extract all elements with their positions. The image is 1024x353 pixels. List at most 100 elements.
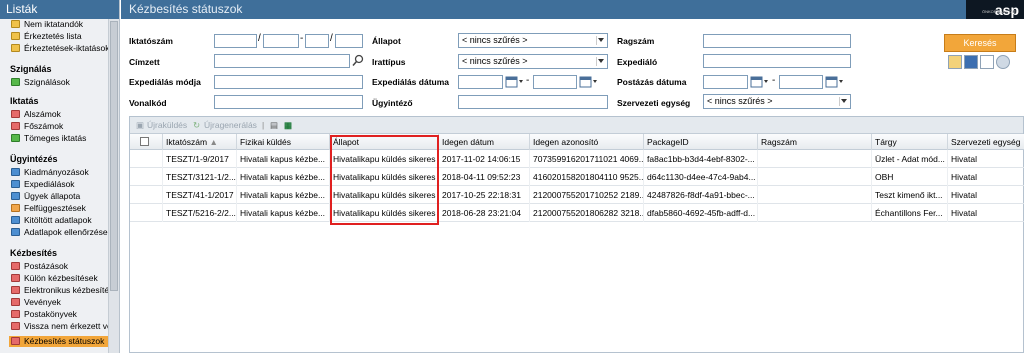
print-icon[interactable]: ▤ [270, 120, 278, 131]
cell-targy: Teszt kimenő ikt... [872, 186, 948, 204]
folder-open-icon[interactable] [948, 55, 962, 69]
sidebar-item-kulon-kezbesitesek[interactable]: Külön kézbesítések [11, 273, 98, 284]
sidebar-item-expedialasok[interactable]: Expediálások [11, 179, 75, 190]
document-icon [11, 110, 20, 118]
table-row[interactable]: TESZT/3121-1/2... Hivatali kapus kézbe..… [130, 168, 1024, 186]
sidebar-item-label: Kiadmányozások [24, 167, 89, 177]
cell-ragszam [758, 186, 872, 204]
scrollbar-thumb[interactable] [110, 21, 118, 291]
cell-iktatoszam: TESZT/41-1/2017 [163, 186, 237, 204]
cell-fizikai-kuldes: Hivatali kapus kézbe... [237, 204, 330, 222]
cell-targy: Üzlet - Adat mód... [872, 150, 948, 168]
sidebar-item-vevenyek[interactable]: Vevények [11, 297, 61, 308]
slash-sep: / [258, 33, 261, 44]
iktatoszam-number-input[interactable] [263, 34, 299, 48]
row-select-cell[interactable] [130, 204, 163, 222]
folder-icon [11, 20, 20, 28]
vonalkod-input[interactable] [214, 95, 363, 109]
table-row[interactable]: TESZT/5216-2/2... Hivatali kapus kézbe..… [130, 204, 1024, 222]
iktatoszam-sub-input[interactable] [305, 34, 329, 48]
ragszam-input[interactable] [703, 34, 851, 48]
sidebar-item-label: Adatlapok ellenőrzése [24, 227, 108, 237]
column-header-idegen-azonosito[interactable]: Idegen azonosító [530, 134, 644, 150]
sidebar-item-vissza-nem-erkezett[interactable]: Vissza nem érkezett ve [11, 321, 112, 332]
row-select-cell[interactable] [130, 168, 163, 186]
resend-button[interactable]: Újraküldés [147, 120, 187, 130]
sidebar-item-postazasok[interactable]: Postázások [11, 261, 68, 272]
cell-fizikai-kuldes: Hivatali kapus kézbe... [237, 186, 330, 204]
sidebar-item-szignalasok[interactable]: Szignálások [11, 77, 70, 88]
section-ugyintezes[interactable]: Ügyintézés [10, 154, 58, 164]
sidebar-item-kiadmanyozasok[interactable]: Kiadmányozások [11, 167, 89, 178]
sidebar-item-postakonyvek[interactable]: Postakönyvek [11, 309, 77, 320]
new-document-icon[interactable] [980, 55, 994, 69]
mail-icon [11, 337, 20, 345]
search-button[interactable]: Keresés [944, 34, 1016, 52]
iktatoszam-prefix-input[interactable] [214, 34, 257, 48]
expedialas-datum-from-input[interactable] [458, 75, 503, 89]
sidebar-item-label: Postázások [24, 261, 68, 271]
sort-up-icon: ▲ [209, 137, 218, 147]
sidebar-item-felfuggesztesek[interactable]: Felfüggesztések [11, 203, 86, 214]
row-select-cell[interactable] [130, 186, 163, 204]
irattipus-select[interactable]: < nincs szűrés > [458, 54, 608, 69]
section-kezbesites[interactable]: Kézbesítés [10, 248, 57, 258]
allapot-select[interactable]: < nincs szűrés > [458, 33, 608, 48]
chevron-down-icon [596, 36, 605, 45]
regenerate-button[interactable]: Újragenerálás [204, 120, 257, 130]
column-header-szervezeti-egyseg[interactable]: Szervezeti egység [948, 134, 1024, 150]
back-icon[interactable] [996, 55, 1010, 69]
postazas-datum-to-input[interactable] [779, 75, 823, 89]
table-row[interactable]: TESZT/1-9/2017 Hivatali kapus kézbe... H… [130, 150, 1024, 168]
section-szignalas[interactable]: Szignálás [10, 64, 52, 74]
column-header-fizikai-kuldes[interactable]: Fizikai küldés [237, 134, 330, 150]
cell-packageid: dfab5860-4692-45fb-adff-d... [644, 204, 758, 222]
sidebar-item-label: Expediálások [24, 179, 75, 189]
calendar-icon[interactable] [505, 75, 525, 89]
column-header-packageid[interactable]: PackageID [644, 134, 758, 150]
select-all-cell[interactable] [130, 134, 163, 150]
save-icon[interactable] [964, 55, 978, 69]
sidebar-item-label: Elektronikus kézbesítés [24, 285, 114, 295]
page-title: Kézbesítés státuszok [121, 0, 1024, 19]
sidebar-item-kezbesites-statuszok[interactable]: Kézbesítés státuszok [9, 336, 108, 347]
sidebar-item-elektronikus-kezbesites[interactable]: Elektronikus kézbesítés [11, 285, 113, 296]
column-header-targy[interactable]: Tárgy [872, 134, 948, 150]
search-icon[interactable] [352, 54, 364, 67]
mail-icon [11, 262, 20, 270]
sidebar-item-foszamok[interactable]: Főszámok [11, 121, 63, 132]
ugyintezo-input[interactable] [458, 95, 608, 109]
calendar-icon[interactable] [750, 75, 770, 89]
szervezeti-egyseg-select[interactable]: < nincs szűrés > [703, 94, 851, 109]
table-row[interactable]: TESZT/41-1/2017 Hivatali kapus kézbe... … [130, 186, 1024, 204]
sidebar-item-tomeges-iktatas[interactable]: Tömeges iktatás [11, 133, 86, 144]
sidebar-item-erkeztetes-lista[interactable]: Érkeztetés lista [11, 31, 82, 42]
column-header-iktatoszam[interactable]: Iktatószám ▲ [163, 134, 237, 150]
calendar-icon[interactable] [579, 75, 599, 89]
select-all-checkbox[interactable] [140, 137, 149, 146]
sidebar-item-label: Tömeges iktatás [24, 133, 87, 143]
sidebar-item-erkeztetesek-iktatasok[interactable]: Érkeztetések-iktatások [11, 43, 110, 54]
calendar-icon[interactable] [825, 75, 845, 89]
excel-export-icon[interactable]: ▦ [284, 120, 292, 131]
expedialas-modja-input[interactable] [214, 75, 363, 89]
sidebar-item-ugyek-allapota[interactable]: Ügyek állapota [11, 191, 80, 202]
expedialo-input[interactable] [703, 54, 851, 68]
sidebar-item-nem-iktatandok[interactable]: Nem iktatandók [11, 19, 83, 30]
cimzett-input[interactable] [214, 54, 350, 68]
iktatoszam-year-input[interactable] [335, 34, 363, 48]
sidebar-item-label: Felfüggesztések [24, 203, 86, 213]
expedialas-datum-to-input[interactable] [533, 75, 577, 89]
cell-idegen-azonosito: 416020158201804110 9525... [530, 168, 644, 186]
column-header-ragszam[interactable]: Ragszám [758, 134, 872, 150]
allapot-selected: < nincs szűrés > [462, 35, 528, 45]
sidebar-scrollbar[interactable] [108, 19, 119, 353]
sidebar-item-kitoltott-adatlapok[interactable]: Kitöltött adatlapok [11, 215, 92, 226]
sidebar-item-adatlapok-ellenorzese[interactable]: Adatlapok ellenőrzése [11, 227, 108, 238]
sidebar-item-alszamok[interactable]: Alszámok [11, 109, 61, 120]
cell-szervezeti-egyseg: Hivatal [951, 208, 977, 218]
column-header-idegen-datum[interactable]: Idegen dátum [439, 134, 530, 150]
postazas-datum-from-input[interactable] [703, 75, 748, 89]
section-iktatas[interactable]: Iktatás [10, 96, 39, 106]
row-select-cell[interactable] [130, 150, 163, 168]
